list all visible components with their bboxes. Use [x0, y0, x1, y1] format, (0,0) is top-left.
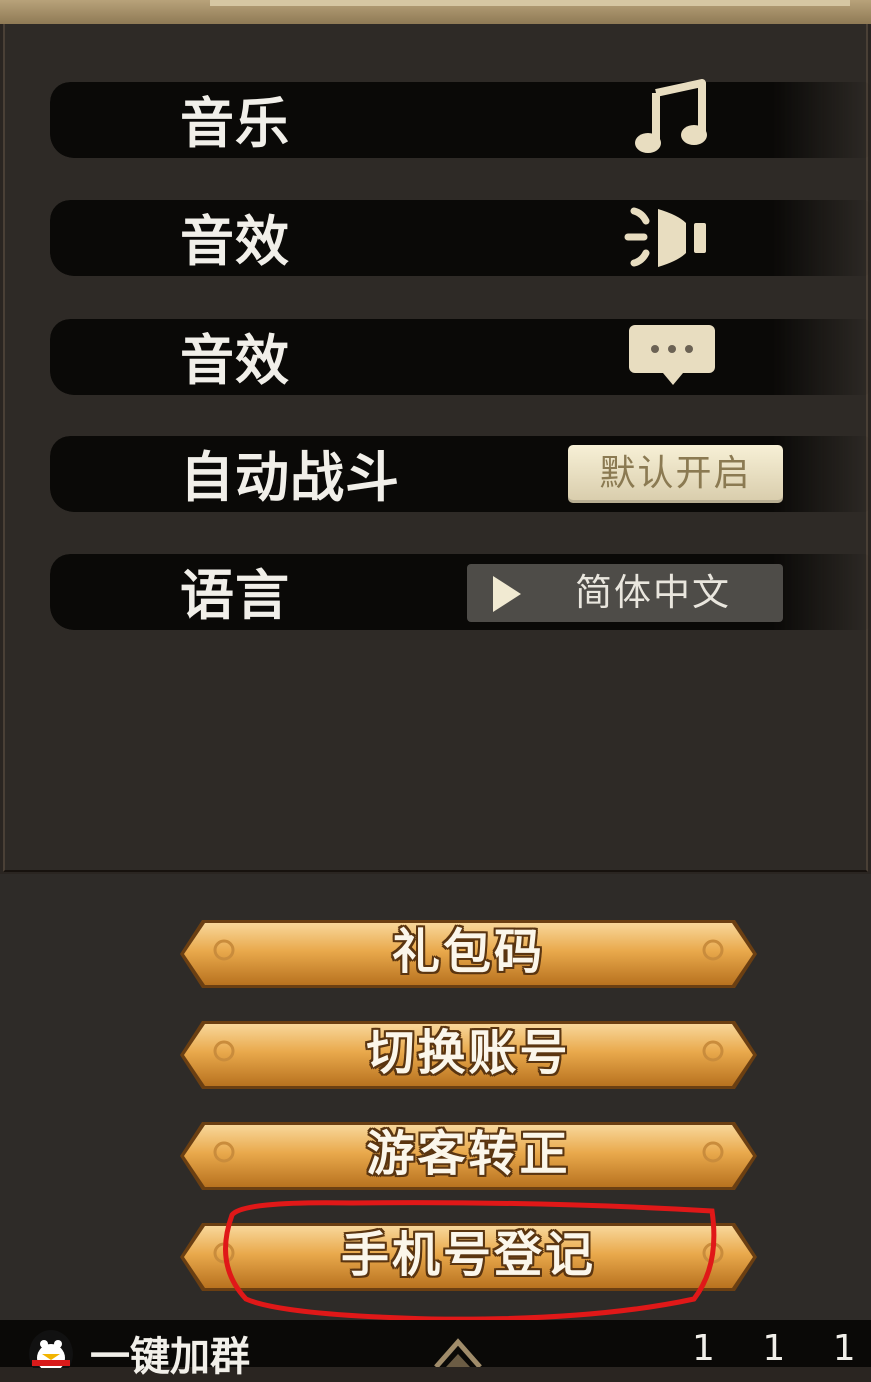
join-group-label[interactable]: 一键加群 — [90, 1324, 250, 1382]
brush-stroke — [50, 200, 870, 276]
phone-register-button[interactable]: 手机号登记 — [180, 1217, 757, 1297]
music-toggle[interactable] — [620, 76, 720, 162]
speaker-icon — [624, 207, 706, 267]
guest-upgrade-button[interactable]: 游客转正 — [180, 1116, 757, 1196]
language-value: 简体中文 — [575, 571, 731, 614]
setting-row-auto-battle: 自动战斗 默认开启 — [50, 430, 870, 516]
guest-upgrade-label: 游客转正 — [366, 1126, 571, 1182]
setting-row-music: 音乐 — [50, 76, 870, 162]
sound-toggle[interactable] — [620, 194, 720, 280]
play-arrow-icon — [493, 576, 521, 612]
sound-label: 音效 — [180, 210, 290, 273]
chat-label: 音效 — [180, 329, 290, 392]
music-label: 音乐 — [180, 92, 290, 155]
gift-code-button[interactable]: 礼包码 — [180, 914, 757, 994]
gift-code-label: 礼包码 — [391, 924, 545, 980]
setting-row-language: 语言 简体中文 — [50, 548, 870, 634]
brush-stroke — [50, 319, 870, 395]
bottom-bar: 一键加群 1 1 1 — [0, 1320, 871, 1380]
chat-toggle[interactable] — [622, 313, 722, 399]
setting-row-chat: 音效 — [50, 313, 870, 399]
brush-stroke — [50, 82, 870, 158]
phone-register-label: 手机号登记 — [340, 1227, 596, 1283]
auto-battle-label: 自动战斗 — [180, 446, 400, 509]
auto-battle-toggle-button[interactable]: 默认开启 — [568, 445, 783, 503]
settings-panel: 音乐 音效 音效 自动战斗 默认开启 语言 简体中文 — [3, 24, 870, 872]
music-note-icon — [635, 79, 707, 153]
setting-row-sound: 音效 — [50, 194, 870, 280]
chat-bubble-icon — [629, 325, 715, 385]
right-status-text: 1 1 1 — [692, 1328, 871, 1369]
chevron-up-icon[interactable] — [430, 1330, 486, 1367]
switch-account-label: 切换账号 — [366, 1025, 571, 1081]
qq-penguin-icon[interactable] — [22, 1328, 80, 1368]
language-label: 语言 — [180, 564, 290, 627]
top-frame — [0, 0, 871, 24]
language-select[interactable]: 简体中文 — [467, 564, 783, 622]
switch-account-button[interactable]: 切换账号 — [180, 1015, 757, 1095]
